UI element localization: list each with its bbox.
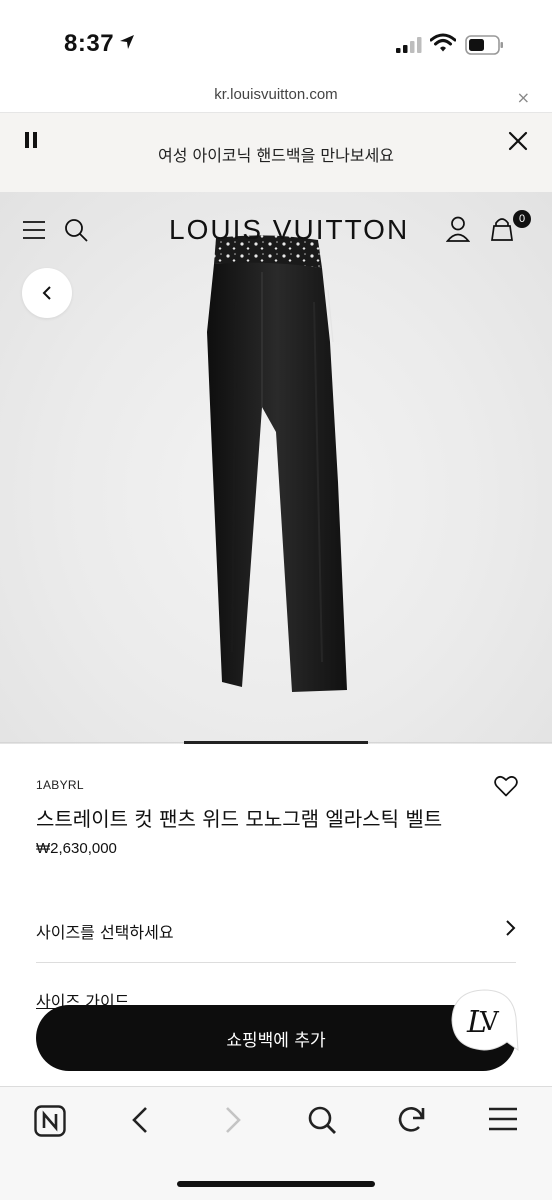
product-image	[207, 235, 347, 692]
close-icon[interactable]: ×	[517, 88, 530, 107]
gallery-prev-button[interactable]	[22, 268, 72, 318]
url-bar[interactable]: kr.louisvuitton.com ×	[0, 84, 552, 112]
size-selector-label: 사이즈를 선택하세요	[36, 923, 174, 942]
promo-banner: 여성 아이코닉 핸드백을 만나보세요	[0, 112, 552, 192]
status-time: 8:37	[64, 30, 115, 57]
search-icon[interactable]	[64, 218, 88, 246]
close-icon[interactable]	[508, 131, 528, 155]
url-text[interactable]: kr.louisvuitton.com	[0, 86, 552, 103]
reload-icon[interactable]	[397, 1105, 427, 1139]
menu-icon[interactable]	[22, 220, 46, 244]
product-price: ₩2,630,000	[36, 840, 117, 857]
product-title: 스트레이트 컷 팬츠 위드 모노그램 엘라스틱 벨트	[36, 807, 443, 831]
lv-chat-icon[interactable]: L V	[449, 988, 519, 1054]
chevron-right-icon	[504, 919, 516, 941]
banner-text[interactable]: 여성 아이코닉 핸드백을 만나보세요	[0, 142, 552, 166]
home-indicator	[177, 1181, 375, 1187]
heart-icon[interactable]	[494, 775, 518, 801]
product-sku: 1ABYRL	[36, 778, 84, 792]
location-arrow-icon	[118, 33, 136, 55]
svg-text:V: V	[479, 1007, 500, 1037]
shopping-bag-icon[interactable]	[489, 216, 515, 246]
size-selector[interactable]: 사이즈를 선택하세요	[36, 903, 516, 963]
brand-logo[interactable]: LOUIS VUITTON	[169, 214, 409, 246]
battery-icon	[465, 35, 505, 59]
bag-count-badge: 0	[513, 210, 531, 228]
back-arrow-icon[interactable]	[129, 1105, 153, 1139]
menu-icon[interactable]	[487, 1105, 519, 1137]
product-gallery[interactable]: LOUIS VUITTON 0	[0, 192, 552, 744]
forward-arrow-icon	[220, 1105, 244, 1139]
add-to-bag-button[interactable]: 쇼핑백에 추가	[36, 1005, 516, 1071]
page: 8:37 kr.louisvuitton.com × 여성 아이코닉 핸드백을 …	[0, 0, 552, 1200]
search-icon[interactable]	[307, 1105, 337, 1139]
wifi-icon	[429, 33, 457, 57]
gallery-indicator	[184, 741, 368, 744]
cellular-signal-icon	[396, 37, 424, 57]
chevron-left-icon	[42, 286, 51, 300]
naver-home-icon[interactable]	[34, 1105, 66, 1141]
status-bar: 8:37	[0, 0, 552, 84]
account-icon[interactable]	[445, 216, 471, 246]
